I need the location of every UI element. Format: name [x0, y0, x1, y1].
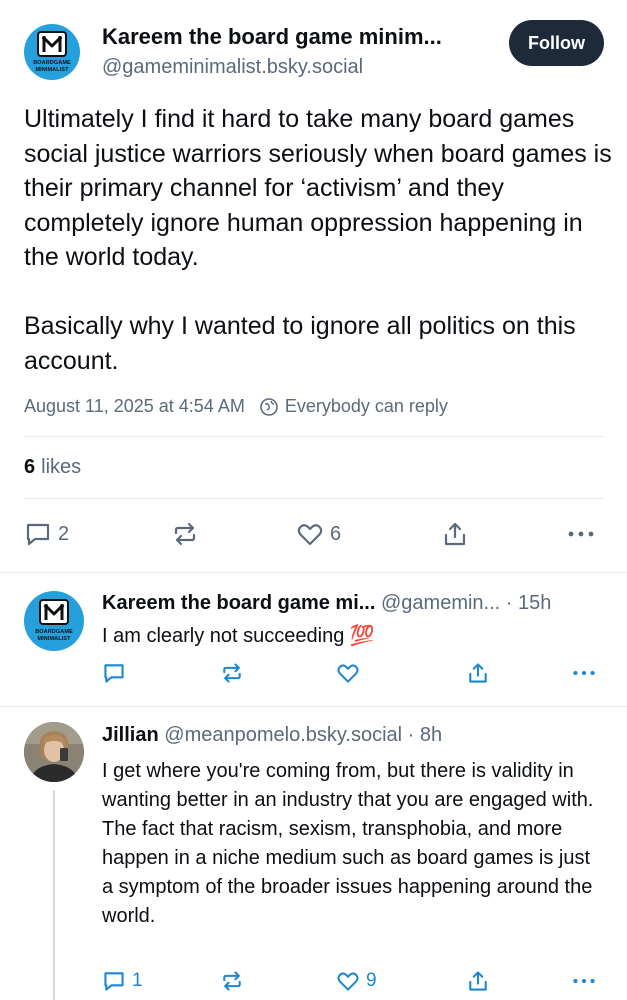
- like-icon: [297, 524, 323, 546]
- reply-header: Jillian @meanpomelo.bsky.social · 8h: [102, 724, 442, 747]
- meeple-logo-icon: [39, 599, 69, 625]
- reply-author-name[interactable]: Kareem the board game mi...: [102, 592, 375, 614]
- post-paragraph: Ultimately I find it hard to take many b…: [24, 105, 612, 271]
- like-count: 6: [330, 522, 342, 545]
- post-meta: August 11, 2025 at 4:54 AM Everybody can…: [24, 396, 448, 417]
- thread-line: [53, 790, 55, 1000]
- author-avatar[interactable]: BOARDGAME MINIMALIST: [24, 24, 80, 80]
- like-button[interactable]: 9: [336, 969, 377, 993]
- like-icon: [337, 664, 359, 683]
- divider: [24, 436, 604, 437]
- reply-header: Kareem the board game mi... @gamemin... …: [102, 592, 551, 615]
- reply-author-name[interactable]: Jillian: [102, 724, 159, 746]
- meeple-logo-icon: [37, 31, 67, 57]
- author-name[interactable]: Kareem the board game minim...: [102, 24, 492, 50]
- divider: [0, 706, 627, 707]
- divider: [0, 572, 627, 573]
- like-button[interactable]: 6: [296, 520, 341, 548]
- repost-icon: [223, 971, 241, 991]
- reply-time[interactable]: · 15h: [506, 592, 552, 614]
- more-icon: [573, 670, 595, 676]
- reply-button[interactable]: [102, 661, 126, 685]
- repost-icon: [174, 522, 196, 546]
- likes-summary[interactable]: 6 likes: [24, 456, 81, 479]
- share-button[interactable]: [441, 520, 469, 548]
- share-button[interactable]: [466, 661, 490, 685]
- share-icon: [469, 663, 487, 683]
- likes-count: 6: [24, 456, 36, 478]
- post-paragraph: Basically why I wanted to ignore all pol…: [24, 312, 576, 375]
- post-text: Ultimately I find it hard to take many b…: [24, 102, 614, 413]
- reply-setting-label: Everybody can reply: [284, 396, 448, 416]
- share-icon: [444, 522, 466, 546]
- share-button[interactable]: [466, 969, 490, 993]
- divider: [24, 498, 604, 499]
- reply-setting: Everybody can reply: [259, 396, 448, 417]
- more-options-button[interactable]: [571, 661, 597, 685]
- reply-icon: [104, 664, 124, 683]
- like-icon: [337, 972, 359, 991]
- reply-button[interactable]: 1: [102, 969, 143, 993]
- reply-avatar[interactable]: BOARDGAME MINIMALIST: [24, 591, 84, 651]
- repost-icon: [223, 663, 241, 683]
- reply-count: 2: [58, 522, 70, 545]
- reply-count: 1: [132, 970, 143, 991]
- author-handle[interactable]: @gameminimalist.bsky.social: [102, 56, 363, 79]
- like-button[interactable]: [336, 661, 360, 685]
- user-photo-icon: [24, 722, 84, 782]
- avatar-caption: BOARDGAME MINIMALIST: [35, 629, 73, 642]
- reply-button[interactable]: 2: [24, 520, 69, 548]
- repost-button[interactable]: [171, 520, 199, 548]
- more-icon: [573, 978, 595, 984]
- more-icon: [568, 531, 594, 537]
- globe-icon: [260, 397, 278, 416]
- reply-text: I get where you're coming from, but ther…: [102, 760, 594, 927]
- reply-icon: [104, 972, 124, 991]
- reply-author-handle[interactable]: @meanpomelo.bsky.social: [164, 724, 402, 746]
- reply-icon: [26, 523, 50, 546]
- more-options-button[interactable]: [571, 969, 597, 993]
- share-icon: [469, 971, 487, 991]
- repost-button[interactable]: [220, 969, 244, 993]
- avatar-caption: BOARDGAME MINIMALIST: [33, 60, 71, 73]
- more-options-button[interactable]: [566, 520, 596, 548]
- likes-label: likes: [41, 456, 82, 478]
- reply-avatar[interactable]: [24, 722, 84, 782]
- follow-button[interactable]: Follow: [509, 20, 604, 66]
- repost-button[interactable]: [220, 661, 244, 685]
- reply-text: I am clearly not succeeding 💯: [102, 625, 375, 647]
- post-timestamp[interactable]: August 11, 2025 at 4:54 AM: [24, 396, 245, 417]
- reply-time[interactable]: · 8h: [408, 724, 442, 746]
- reply-author-handle[interactable]: @gamemin...: [381, 592, 500, 614]
- like-count: 9: [366, 970, 377, 991]
